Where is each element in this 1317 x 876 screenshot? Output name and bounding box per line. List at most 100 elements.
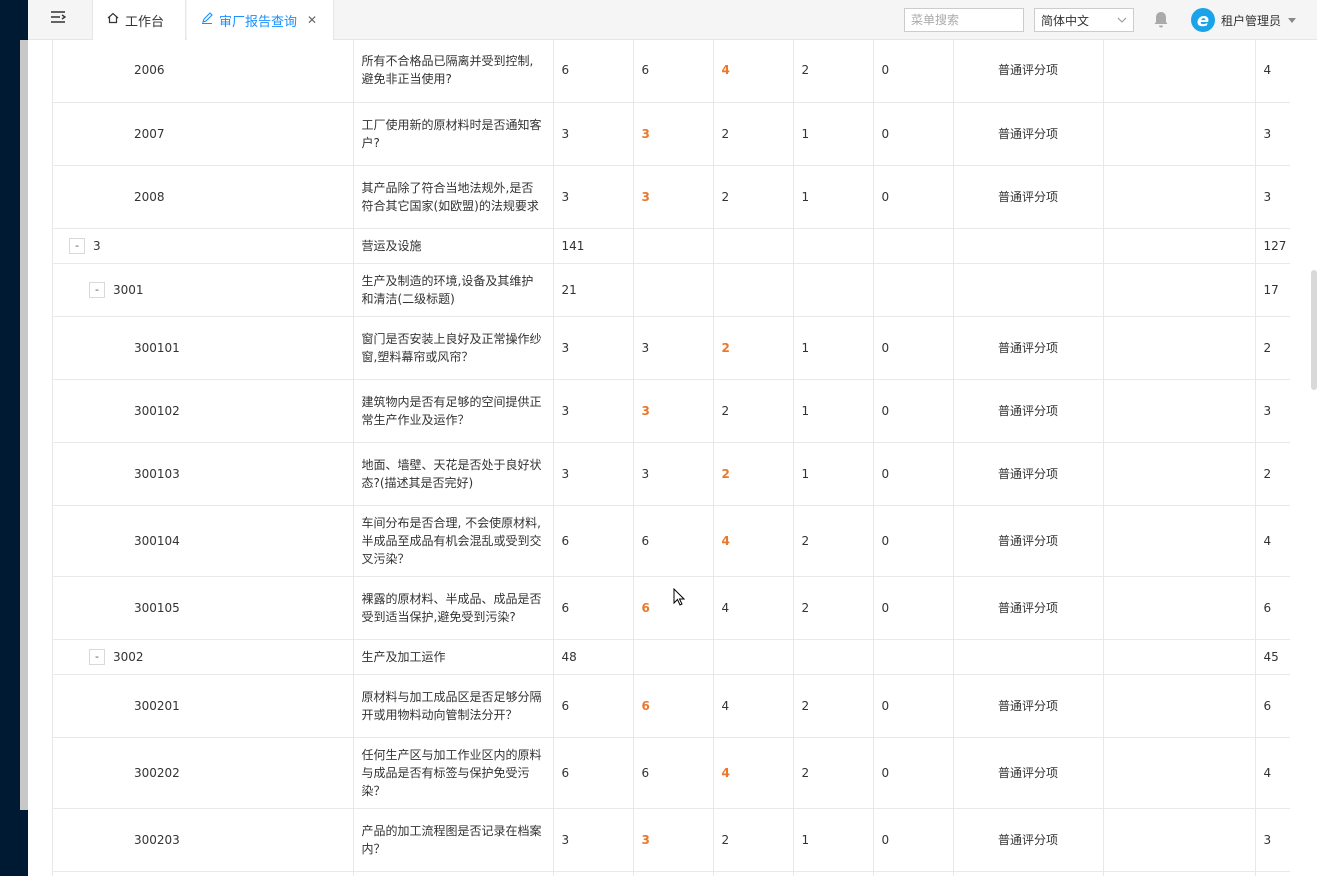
caret-down-icon: [1287, 13, 1297, 27]
item-type-cell: 普通评分项: [953, 808, 1104, 872]
score-cell-c3: 4: [713, 576, 794, 640]
score-cell-c3: 2: [713, 808, 794, 872]
item-title-cell: 车间分布是否合理, 不会使原材料,半成品至成品有机会混乱或受到交叉污染？: [353, 505, 554, 577]
final-score-cell: 3: [1255, 102, 1290, 166]
item-type-cell: 普通评分项: [953, 316, 1104, 380]
code-cell: [53, 871, 354, 876]
code-label: 300101: [134, 340, 180, 355]
code-label: 3: [93, 238, 101, 253]
score-cell-c1: 3: [553, 808, 634, 872]
code-label: 300105: [134, 600, 180, 615]
sidebar-strip: [20, 40, 28, 810]
score-cell-c5: 0: [873, 165, 954, 229]
final-score-cell: 45: [1255, 639, 1290, 675]
collapse-toggle[interactable]: -: [69, 237, 85, 254]
item-type-cell: 普通评分项: [953, 40, 1104, 103]
score-cell-c2: 3: [633, 808, 714, 872]
extra-cell: [1103, 442, 1256, 506]
code-label: 300201: [134, 698, 180, 713]
final-score-cell: 3: [1255, 165, 1290, 229]
code-cell: 2007: [53, 102, 354, 166]
final-score-cell: 2: [1255, 316, 1290, 380]
final-score-cell: 2: [1255, 442, 1290, 506]
score-cell-c4: [793, 871, 874, 876]
score-cell-c5: [873, 871, 954, 876]
extra-cell: [1103, 505, 1256, 577]
score-cell-c1: 6: [553, 674, 634, 738]
menu-search-input[interactable]: [904, 8, 1024, 32]
score-cell-c1: 6: [553, 505, 634, 577]
score-cell-c3: 2: [713, 165, 794, 229]
score-cell-c5: 0: [873, 316, 954, 380]
extra-cell: [1103, 316, 1256, 380]
extra-cell: [1103, 165, 1256, 229]
tab-label: 工作台: [125, 14, 165, 30]
user-menu[interactable]: e 租户管理员: [1191, 7, 1297, 33]
score-cell-c5: 0: [873, 102, 954, 166]
extra-cell: [1103, 379, 1256, 443]
score-cell-c3: 4: [713, 674, 794, 738]
score-cell-c2: 3: [633, 165, 714, 229]
item-type-cell: [953, 639, 1104, 675]
collapse-toggle[interactable]: -: [89, 281, 105, 298]
final-score-cell: 4: [1255, 737, 1290, 809]
language-value: 简体中文: [1041, 13, 1090, 28]
tab-workbench[interactable]: 工作台: [92, 0, 186, 40]
code-cell: 300102: [53, 379, 354, 443]
item-title-cell: 窗门是否安装上良好及正常操作纱窗,塑料幕帘或风帘？: [353, 316, 554, 380]
score-cell-c2: 3: [633, 442, 714, 506]
score-cell-c4: 1: [793, 165, 874, 229]
score-cell-c5: 0: [873, 674, 954, 738]
score-cell-c4: [793, 639, 874, 675]
final-score-cell: 127: [1255, 228, 1290, 264]
row-code: 2007: [61, 125, 345, 143]
row-code: -3: [61, 237, 345, 255]
code-label: 300104: [134, 533, 180, 548]
score-cell-c2: [633, 228, 714, 264]
score-cell-c5: 0: [873, 576, 954, 640]
item-title-cell: 任何生产区与加工作业区内的原料与成品是否有标签与保护免受污染？: [353, 737, 554, 809]
table-row: 300203 产品的加工流程图是否记录在档案内？ 3 3 2 1 0 普通评分项 3: [53, 808, 1290, 872]
code-label: 3001: [113, 282, 144, 297]
score-cell-c3: 4: [713, 737, 794, 809]
item-title-cell: 所有不合格品已隔离并受到控制,避免非正当使用?: [353, 40, 554, 103]
table-row: 300105 裸露的原材料、半成品、成品是否受到适当保护,避免受到污染? 6 6 4 2 0…: [53, 576, 1290, 640]
collapse-toggle[interactable]: -: [89, 648, 105, 665]
menu-toggle-icon[interactable]: [50, 9, 70, 29]
bell-icon[interactable]: [1153, 11, 1169, 29]
score-cell-c1: 21: [553, 263, 634, 317]
score-cell-c5: [873, 639, 954, 675]
tab-factory-audit-report[interactable]: 审厂报告查询 ✕: [187, 0, 334, 40]
table-row: 2006 所有不合格品已隔离并受到控制,避免非正当使用? 6 6 4 2 0 普通评分项 4: [53, 40, 1290, 103]
final-score-cell: 3: [1255, 379, 1290, 443]
table-row: 300201 原材料与加工成品区是否足够分隔开或用物料动向管制法分开？ 6 6 4 2 0 普…: [53, 674, 1290, 738]
home-icon: [107, 12, 119, 28]
table-row: 300202 任何生产区与加工作业区内的原料与成品是否有标签与保护免受污染？ 6 6 4…: [53, 737, 1290, 809]
score-cell-c1: 3: [553, 442, 634, 506]
item-title-cell: 建筑物内是否有足够的空间提供正常生产作业及运作？: [353, 379, 554, 443]
final-score-cell: 6: [1255, 674, 1290, 738]
code-label: 300203: [134, 832, 180, 847]
item-title-cell: 裸露的原材料、半成品、成品是否受到适当保护,避免受到污染?: [353, 576, 554, 640]
item-type-cell: 普通评分项: [953, 505, 1104, 577]
item-type-cell: [953, 871, 1104, 876]
score-cell-c4: 2: [793, 505, 874, 577]
score-cell-c5: [873, 228, 954, 264]
score-cell-c3: [713, 871, 794, 876]
close-icon[interactable]: ✕: [307, 13, 317, 27]
code-cell: -3001: [53, 263, 354, 317]
score-cell-c5: 0: [873, 808, 954, 872]
code-cell: 300104: [53, 505, 354, 577]
score-cell-c1: 3: [553, 379, 634, 443]
code-cell: 300103: [53, 442, 354, 506]
language-select[interactable]: 简体中文: [1034, 8, 1134, 32]
score-cell-c4: 1: [793, 442, 874, 506]
item-title-cell: [353, 871, 554, 876]
vertical-scrollbar[interactable]: [1311, 270, 1317, 390]
extra-cell: [1103, 674, 1256, 738]
chevron-down-icon: [1117, 13, 1127, 27]
user-name: 租户管理员: [1221, 13, 1282, 28]
table-row: -3 营运及设施 141 127: [53, 228, 1290, 264]
final-score-cell: 4: [1255, 505, 1290, 577]
extra-cell: [1103, 263, 1256, 317]
